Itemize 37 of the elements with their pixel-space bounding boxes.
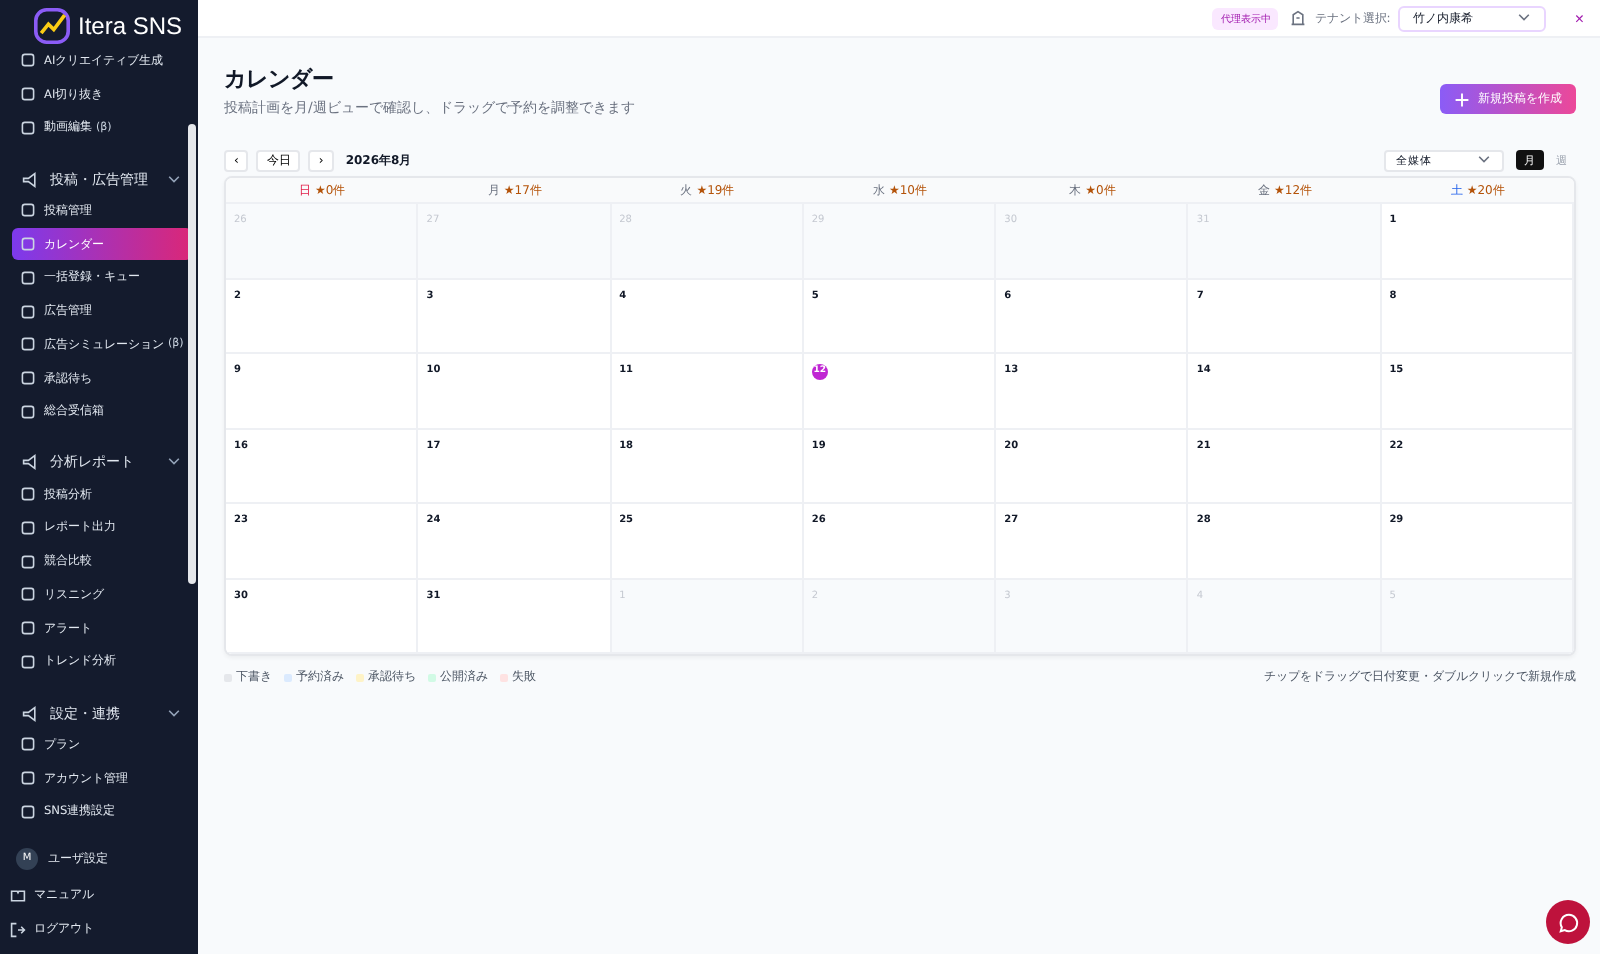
- square-icon: [20, 553, 36, 570]
- close-button[interactable]: ×: [1562, 9, 1584, 27]
- square-icon: [20, 653, 36, 670]
- square-icon: [20, 370, 36, 386]
- page-title: カレンダー: [224, 64, 336, 94]
- square-icon: [20, 486, 36, 503]
- square-icon: [20, 736, 36, 753]
- building-icon: [1290, 10, 1307, 26]
- chevron-down-icon: [165, 171, 182, 188]
- square-icon: [20, 303, 36, 320]
- square-icon: [20, 586, 36, 603]
- plus-icon: [1454, 91, 1470, 107]
- square-icon: [20, 202, 36, 219]
- square-icon: [20, 803, 36, 820]
- chart-line-logo-icon: [34, 7, 70, 43]
- scrollbar[interactable]: [188, 124, 196, 584]
- megaphone-icon: [22, 705, 38, 722]
- logout-icon: [10, 921, 26, 937]
- square-icon: [20, 519, 36, 536]
- chat-bubble-icon: [1557, 911, 1579, 933]
- chevron-down-icon: [165, 705, 182, 722]
- chat-button[interactable]: [1546, 900, 1590, 944]
- square-icon: [20, 236, 36, 253]
- square-icon: [20, 52, 36, 69]
- square-icon: [20, 336, 36, 353]
- square-icon: [20, 119, 36, 136]
- square-icon: [20, 86, 36, 103]
- chevron-down-icon: [1476, 152, 1492, 168]
- app-logo: Itera SNS: [78, 11, 183, 39]
- megaphone-icon: [22, 171, 38, 188]
- book-icon: [10, 887, 26, 903]
- megaphone-icon: [22, 454, 38, 471]
- square-icon: [20, 620, 36, 637]
- chevron-down-icon: [1516, 10, 1533, 26]
- square-icon: [20, 269, 36, 286]
- square-icon: [20, 770, 36, 787]
- square-icon: [20, 403, 36, 420]
